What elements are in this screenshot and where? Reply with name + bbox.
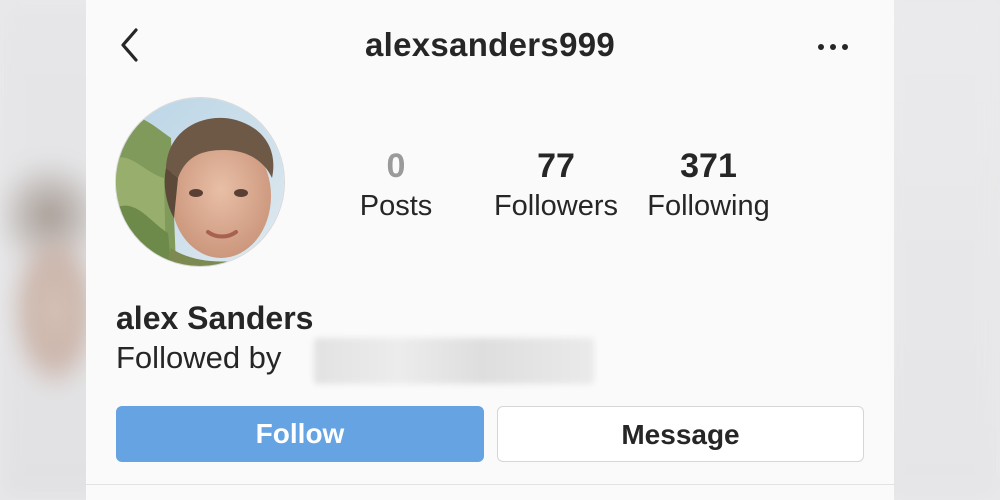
redacted-follower-names [314,338,594,384]
top-bar: alexsanders999 [86,0,894,90]
screenshot-stage: alexsanders999 0 Posts 77 Followers 371 … [0,0,1000,500]
follow-button[interactable]: Follow [116,406,484,462]
followers-stat[interactable]: 77 Followers [481,146,631,226]
following-count: 371 [680,147,737,185]
profile-username: alexsanders999 [364,26,616,63]
profile-photo [116,98,284,266]
following-stat[interactable]: 371 Following [636,146,781,226]
posts-count: 0 [386,147,406,185]
profile-stats: 0 Posts 77 Followers 371 Following [336,146,796,226]
profile-full-name: alex Sanders [116,300,314,336]
posts-stat[interactable]: 0 Posts [346,146,446,226]
posts-label: Posts [359,190,433,222]
profile-screen: alexsanders999 0 Posts 77 Followers 371 … [86,0,894,500]
blurred-background-right [880,0,1000,500]
more-options-button[interactable] [814,32,854,62]
followed-by-text[interactable]: Followed by [116,340,281,376]
message-button[interactable]: Message [497,406,864,462]
section-divider [86,484,894,485]
followers-count: 77 [537,147,575,185]
following-label: Following [647,190,770,222]
more-horizontal-icon [818,44,848,50]
avatar[interactable] [116,98,284,266]
followers-label: Followers [493,190,619,222]
